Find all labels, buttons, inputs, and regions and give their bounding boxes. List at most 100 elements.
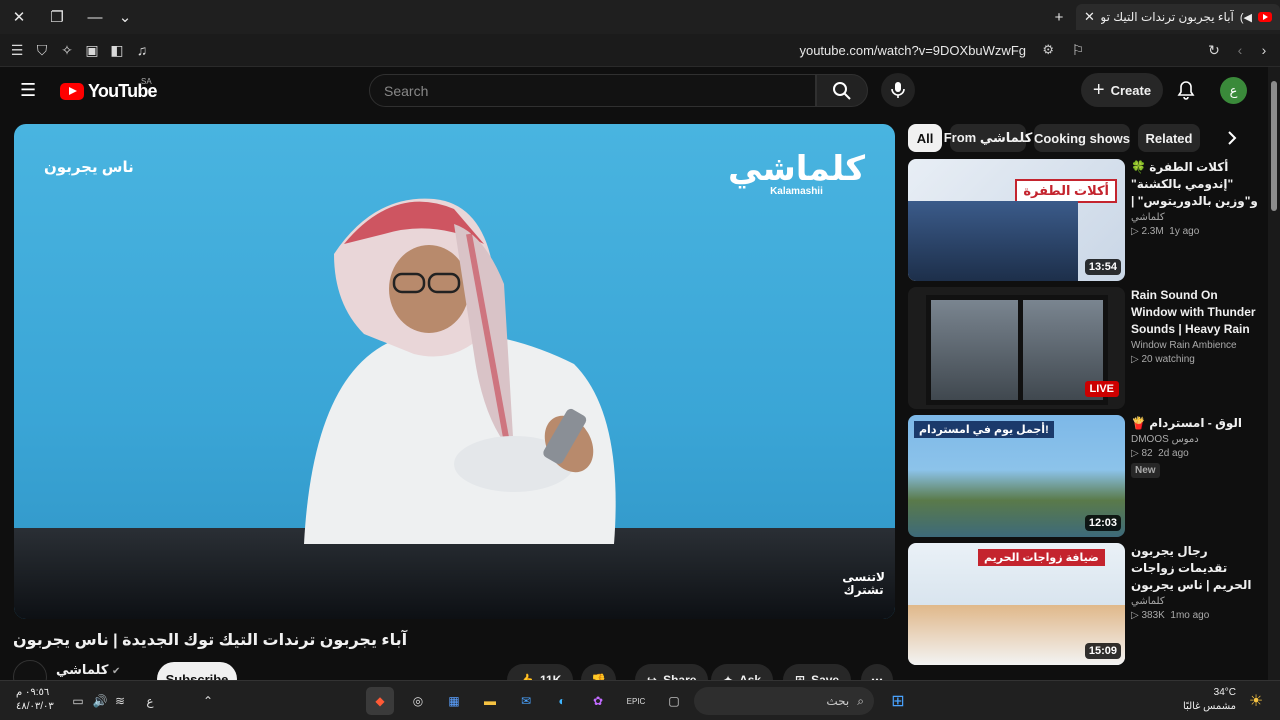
epic-games-icon[interactable]: EPIC xyxy=(622,687,650,715)
video-meta: رجال يجربون تقديمات زواجات الحريم | ناس … xyxy=(1131,543,1259,621)
close-window-icon[interactable]: ✕ xyxy=(6,4,32,30)
youtube-logo-icon xyxy=(60,83,84,100)
video-card-title[interactable]: Rain Sound On Window with Thunder Sounds… xyxy=(1131,287,1259,338)
tab-title: آباء يجربون ترندات التيك توك ال xyxy=(1100,10,1234,24)
video-card-channel-text: كلماشي xyxy=(1131,596,1165,607)
back-icon[interactable]: › xyxy=(1254,40,1274,60)
thumbnail-caption: أجمل يوم في امستردام! xyxy=(914,421,1054,438)
chips-next-chevron-icon[interactable] xyxy=(1218,124,1246,152)
taskbar-search-label: بحث xyxy=(826,694,850,708)
os-taskbar: ٠٩:٥٦ م ٤٨/٠٣/٠٣ ▭ 🔊 ≋ ع ⌃ ◆ ◎ ▦ ▬ ✉ ◐ ✿… xyxy=(0,680,1280,720)
url-text: youtube.com/watch?v=9DOXbuWzwFg xyxy=(799,43,1026,58)
restore-window-icon[interactable]: ❐ xyxy=(44,4,70,30)
file-explorer-icon[interactable]: ▬ xyxy=(476,687,504,715)
video-thumbnail[interactable]: أكلات الطفرة 13:54 xyxy=(908,159,1125,281)
copilot-taskbar-icon[interactable]: ✿ xyxy=(584,687,612,715)
system-clock[interactable]: ٠٩:٥٦ م ٤٨/٠٣/٠٣ xyxy=(16,686,54,714)
bookmark-icon[interactable]: ⚐ xyxy=(1068,40,1088,60)
browser-tab-active[interactable]: ◀) آباء يجربون ترندات التيك توك ال ✕ xyxy=(1076,4,1280,30)
video-card-channel[interactable]: كلماشي xyxy=(1131,596,1259,607)
video-card-age: 1y ago xyxy=(1169,226,1200,237)
recommendation-card[interactable]: أكلات الطفرة 13:54 أكلات الطفرة 🍀 "إندوم… xyxy=(908,159,1268,281)
video-thumbnail[interactable]: أجمل يوم في امستردام! 12:03 xyxy=(908,415,1125,537)
tray-chevron-icon[interactable]: ⌃ xyxy=(194,687,222,715)
reload-icon[interactable]: ↻ xyxy=(1204,40,1224,60)
new-tab-icon[interactable]: + xyxy=(1046,4,1072,30)
video-card-title[interactable]: رجال يجربون تقديمات زواجات الحريم | ناس … xyxy=(1131,543,1259,594)
video-card-channel[interactable]: Window Rain Ambience xyxy=(1131,340,1259,351)
account-avatar[interactable]: ع xyxy=(1220,77,1247,104)
browser-toolbar: ☰ ⛉ ✧ ▣ ◧ ♫ ▲ ⛊63 ▭ ⧉ youtube.com/watch?… xyxy=(0,34,1280,67)
weather-sun-icon: ☀ xyxy=(1248,693,1264,710)
video-thumbnail[interactable]: ضيافة زواجات الحريم 15:09 xyxy=(908,543,1125,665)
store-taskbar-icon[interactable]: ▦ xyxy=(440,687,468,715)
wallet-icon[interactable]: ▣ xyxy=(82,40,102,60)
taskbar-search[interactable]: بحث ⌕ xyxy=(694,687,874,715)
app2-taskbar-icon[interactable]: ▢ xyxy=(660,687,688,715)
create-button[interactable]: + Create xyxy=(1081,73,1163,107)
video-meta: Rain Sound On Window with Thunder Sounds… xyxy=(1131,287,1259,365)
address-bar[interactable]: youtube.com/watch?v=9DOXbuWzwFg ⚙ xyxy=(230,37,1060,64)
video-card-title[interactable]: أكلات الطفرة 🍀 "إندومي بالكشنة" و"وزين ب… xyxy=(1131,159,1259,210)
brave-taskbar-icon[interactable]: ◆ xyxy=(366,687,394,715)
recommendation-card[interactable]: أجمل يوم في امستردام! 12:03 الوق - امستر… xyxy=(908,415,1268,537)
watermark-line2: تشترك xyxy=(843,583,884,597)
tab-close-icon[interactable]: ✕ xyxy=(1084,9,1095,25)
recommendation-card[interactable]: LIVE Rain Sound On Window with Thunder S… xyxy=(908,287,1268,409)
recommendation-card[interactable]: ضيافة زواجات الحريم 15:09 رجال يجربون تق… xyxy=(908,543,1268,665)
notifications-button[interactable] xyxy=(1173,77,1199,103)
voice-search-button[interactable] xyxy=(881,73,915,107)
site-settings-icon[interactable]: ⚙ xyxy=(1042,42,1054,58)
music-icon[interactable]: ♫ xyxy=(132,40,152,60)
channel-name[interactable]: كلماشي ✔ xyxy=(56,662,120,678)
clock-date: ٤٨/٠٣/٠٣ xyxy=(16,701,54,712)
brand-arabic: كلماشي xyxy=(727,150,865,188)
chip-cooking-shows[interactable]: Cooking shows xyxy=(1034,124,1130,152)
video-card-views: 383K xyxy=(1141,610,1165,621)
hamburger-menu-icon[interactable]: ☰ xyxy=(20,80,40,100)
video-player[interactable]: ناس يجربون كلماشي Kalamashii لاتنسى تشتر… xyxy=(14,124,895,619)
video-card-channel[interactable]: DMOOS دموس xyxy=(1131,434,1259,445)
shield-icon[interactable]: ⛉ xyxy=(32,40,52,60)
wifi-icon[interactable]: ≋ xyxy=(106,687,134,715)
scrollbar-thumb[interactable] xyxy=(1271,81,1277,211)
search-input[interactable]: Search xyxy=(369,74,816,107)
clock-time: ٠٩:٥٦ م xyxy=(16,687,50,698)
video-card-channel-text: كلماشي xyxy=(1131,212,1165,223)
live-badge: LIVE xyxy=(1084,381,1119,397)
video-card-channel[interactable]: كلماشي xyxy=(1131,212,1259,223)
window-frame xyxy=(1018,295,1023,405)
search-placeholder: Search xyxy=(384,82,429,99)
edge-taskbar-icon[interactable]: ◐ xyxy=(548,687,576,715)
sidebar-icon[interactable]: ◧ xyxy=(107,40,127,60)
app-taskbar-icon[interactable]: ◎ xyxy=(404,687,432,715)
video-duration: 12:03 xyxy=(1084,515,1121,531)
weather-widget[interactable]: 34°C مشمس غالبًا xyxy=(1183,686,1236,714)
create-label: Create xyxy=(1110,82,1152,98)
minimize-window-icon[interactable]: — xyxy=(82,4,108,30)
browser-title-bar: ✕ ❐ — ⌄ + ◀) آباء يجربون ترندات التيك تو… xyxy=(0,0,1280,34)
menu-icon[interactable]: ☰ xyxy=(7,40,27,60)
mail-taskbar-icon[interactable]: ✉ xyxy=(512,687,540,715)
tab-list-chevron-icon[interactable]: ⌄ xyxy=(112,4,138,30)
extensions-icon[interactable]: ✧ xyxy=(57,40,77,60)
search-icon xyxy=(833,81,851,100)
windows-start-icon[interactable]: ⊞ xyxy=(884,687,912,715)
chip-related[interactable]: Related xyxy=(1138,124,1200,152)
microphone-icon xyxy=(891,82,905,98)
taskbar-search-icon: ⌕ xyxy=(857,693,864,708)
video-title: آباء يجربون ترندات التيك توك الجديدة | ن… xyxy=(13,632,408,649)
search-button[interactable] xyxy=(816,74,868,107)
new-badge: New xyxy=(1131,463,1160,478)
input-language[interactable]: ع xyxy=(136,687,164,715)
forward-icon[interactable]: ‹ xyxy=(1230,40,1250,60)
video-card-title[interactable]: الوق - امستردام 🍟 xyxy=(1131,415,1259,432)
video-duration: 15:09 xyxy=(1084,643,1121,659)
tab-audio-icon[interactable]: ◀) xyxy=(1240,11,1252,24)
video-meta: الوق - امستردام 🍟 DMOOS دموس ▷ 82 2d ago… xyxy=(1131,415,1259,478)
chip-from-channel[interactable]: From كلماشي xyxy=(944,124,1032,152)
page-scrollbar[interactable] xyxy=(1268,67,1280,680)
youtube-favicon-icon xyxy=(1258,12,1272,22)
chip-all[interactable]: All xyxy=(908,124,942,152)
video-thumbnail[interactable]: LIVE xyxy=(908,287,1125,409)
